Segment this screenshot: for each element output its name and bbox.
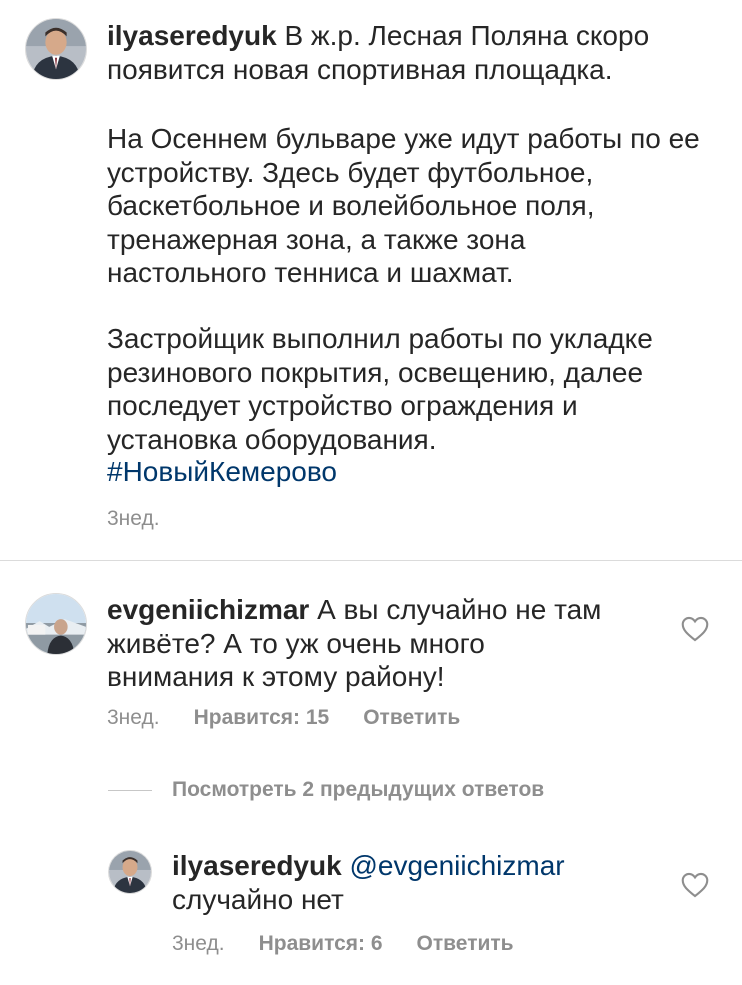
post-paragraph-2: На Осеннем бульваре уже идут работы по е… — [107, 123, 700, 288]
avatar-photo — [26, 594, 86, 654]
section-divider — [0, 560, 742, 561]
reply-like-heart-icon[interactable] — [681, 872, 709, 898]
reply-author-avatar[interactable] — [108, 850, 152, 894]
reply-body: ilyaseredyuk @evgeniichizmar случайно не… — [172, 849, 672, 916]
comment-reply-button[interactable]: Ответить — [363, 706, 460, 730]
reply-reply-button[interactable]: Ответить — [417, 932, 514, 956]
reply-mention[interactable]: @evgeniichizmar — [342, 850, 564, 881]
post-username[interactable]: ilyaseredyuk — [107, 20, 277, 51]
reply-likes-count[interactable]: Нравится: 6 — [259, 932, 383, 956]
reply-username[interactable]: ilyaseredyuk — [172, 850, 342, 881]
view-previous-replies-button[interactable]: Посмотреть 2 предыдущих ответов — [172, 778, 544, 802]
post-caption: ilyaseredyuk В ж.р. Лесная Поляна скоро … — [107, 19, 727, 86]
replies-connector-line — [108, 790, 152, 791]
comment-time: 3нед. — [107, 706, 160, 729]
comment-like-heart-icon[interactable] — [681, 616, 709, 642]
comment-meta: 3нед. Нравится: 15 Ответить — [107, 706, 460, 730]
post-hashtag[interactable]: #НовыйКемерово — [107, 455, 337, 489]
post-author-avatar[interactable] — [25, 18, 87, 80]
avatar-photo — [26, 19, 86, 79]
comment-author-avatar[interactable] — [25, 593, 87, 655]
reply-meta: 3нед. Нравится: 6 Ответить — [172, 932, 514, 956]
post-meta: 3нед. — [107, 507, 160, 531]
comment-likes-count[interactable]: Нравится: 15 — [194, 706, 330, 730]
comment-body: evgeniichizmar А вы случайно не там живё… — [107, 593, 667, 694]
post-paragraph-3: Застройщик выполнил работы по укладке ре… — [107, 323, 653, 455]
avatar-photo — [109, 851, 151, 893]
comment-username[interactable]: evgeniichizmar — [107, 594, 309, 625]
reply-text: случайно нет — [172, 883, 344, 915]
post-time: 3нед. — [107, 507, 160, 530]
reply-time: 3нед. — [172, 932, 225, 955]
